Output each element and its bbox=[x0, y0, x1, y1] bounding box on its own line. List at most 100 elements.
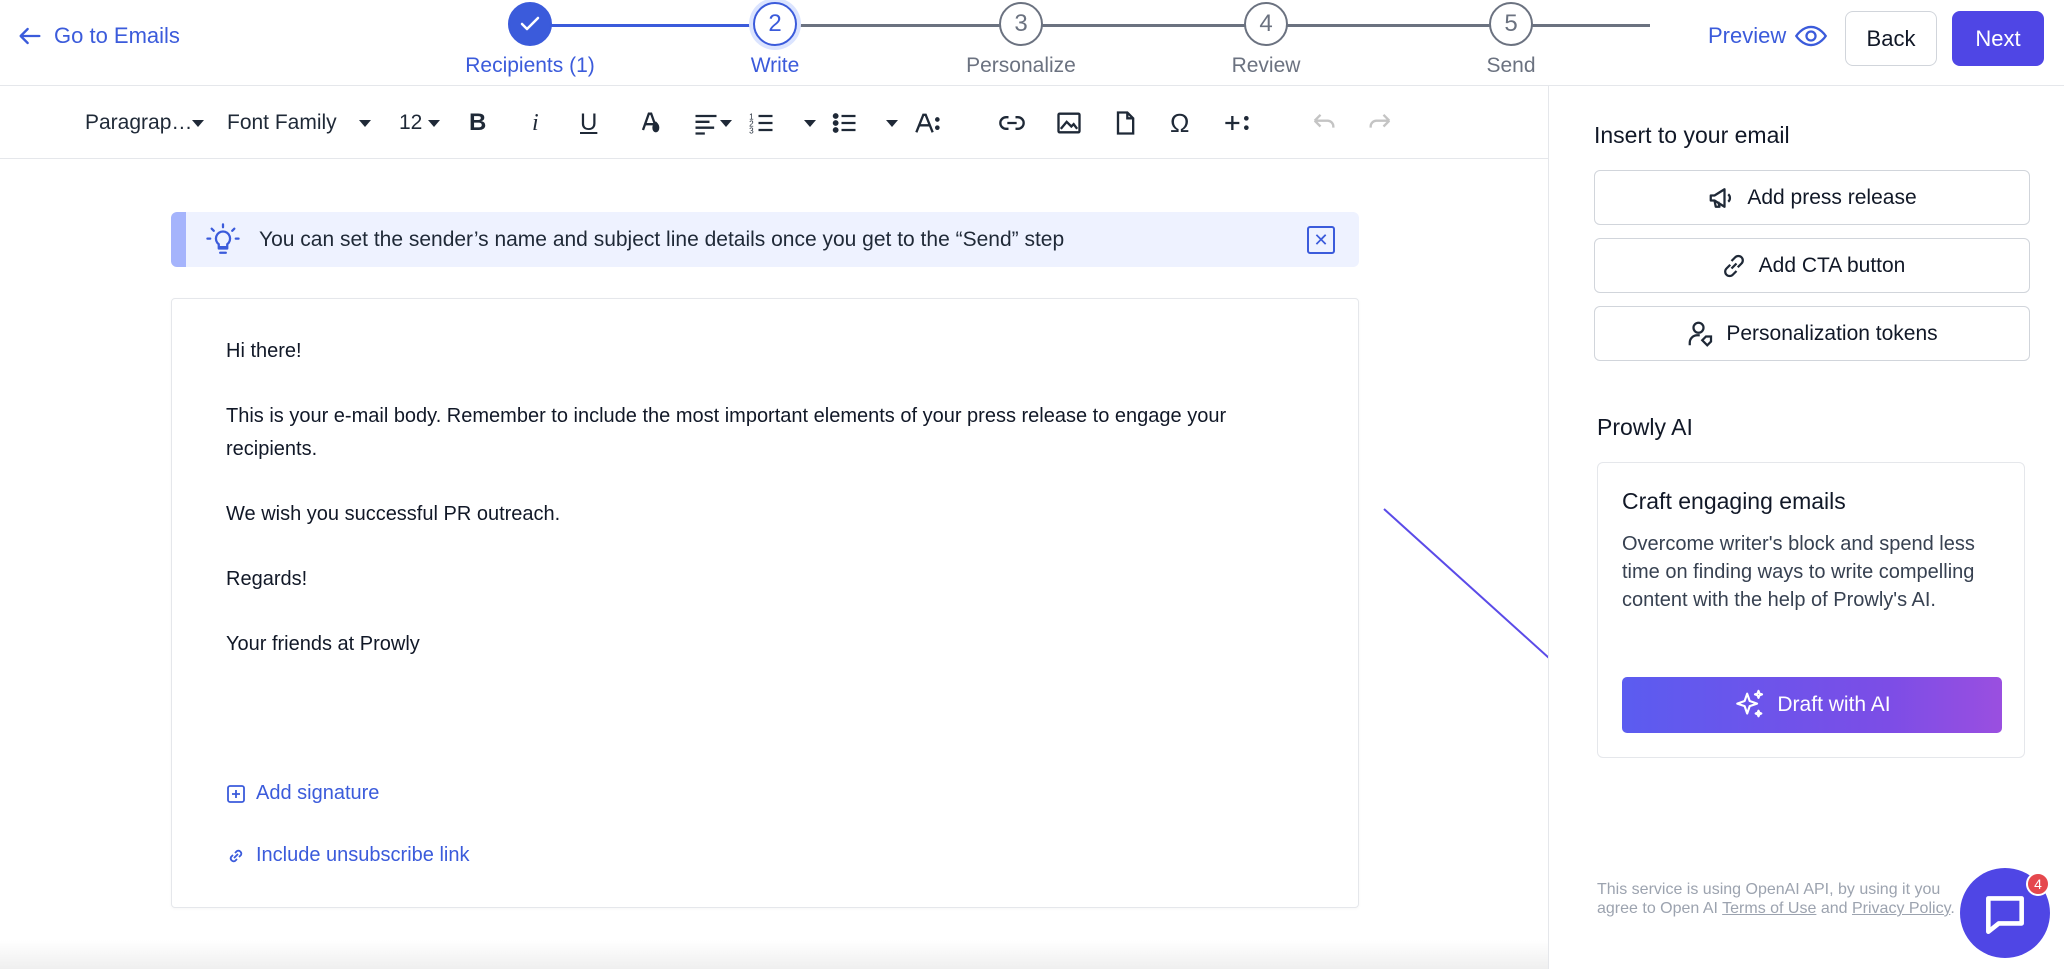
font-family-dropdown[interactable]: Font Family bbox=[227, 106, 371, 140]
personalization-tokens-label: Personalization tokens bbox=[1726, 321, 1938, 345]
step-label: Recipients (1) bbox=[465, 54, 595, 77]
close-icon[interactable]: ✕ bbox=[1307, 226, 1335, 254]
back-button[interactable]: Back bbox=[1845, 11, 1937, 66]
redo-icon[interactable] bbox=[1366, 106, 1394, 140]
ai-card-title: Craft engaging emails bbox=[1622, 488, 1846, 514]
image-icon[interactable] bbox=[1055, 106, 1083, 140]
preview-label: Preview bbox=[1708, 23, 1787, 48]
text-color-icon[interactable] bbox=[636, 106, 664, 140]
megaphone-icon bbox=[1709, 187, 1732, 208]
bullet-list-icon[interactable] bbox=[831, 106, 859, 140]
font-family-value: Font Family bbox=[227, 111, 337, 134]
plus-square-icon bbox=[227, 784, 245, 803]
draft-with-ai-label: Draft with AI bbox=[1777, 693, 1891, 716]
stepper: Recipients (1) 2 Write 3 Personalize 4 R… bbox=[465, 0, 1650, 86]
step-circle: 4 bbox=[1244, 2, 1288, 46]
body-paragraph: Regards! bbox=[226, 568, 308, 590]
paragraph-value: Paragrap… bbox=[85, 111, 193, 134]
numbered-list-dropdown[interactable] bbox=[798, 106, 816, 140]
user-tag-icon bbox=[1688, 321, 1713, 347]
add-press-release-label: Add press release bbox=[1747, 185, 1917, 209]
body-paragraph: Hi there! bbox=[226, 340, 302, 362]
italic-icon[interactable]: i bbox=[532, 106, 539, 140]
paragraph-dropdown[interactable]: Paragrap… bbox=[85, 106, 205, 140]
chevron-down-icon bbox=[358, 119, 371, 127]
right-panel: Insert to your email Add press release A… bbox=[1548, 86, 2064, 969]
file-icon[interactable] bbox=[1111, 106, 1139, 140]
underline-icon[interactable]: U bbox=[580, 106, 597, 140]
banner-text: You can set the sender’s name and subjec… bbox=[259, 227, 1065, 251]
step-label: Review bbox=[1231, 54, 1301, 77]
top-bar: Go to Emails Recipients (1) 2 Write 3 Pe… bbox=[0, 0, 2064, 86]
line-height-icon[interactable] bbox=[914, 106, 942, 140]
ai-card: Craft engaging emails Overcome writer's … bbox=[1597, 462, 2025, 758]
insert-more-icon[interactable] bbox=[1223, 106, 1251, 140]
step-write[interactable]: 2 Write bbox=[695, 2, 855, 78]
prowly-ai-title: Prowly AI bbox=[1597, 414, 1693, 440]
font-size-value: 12 bbox=[399, 111, 423, 134]
chevron-down-icon bbox=[804, 119, 816, 127]
add-cta-label: Add CTA button bbox=[1758, 253, 1906, 277]
chevron-down-icon bbox=[428, 119, 441, 127]
insert-section-title: Insert to your email bbox=[1594, 122, 1790, 148]
unsubscribe-label: Include unsubscribe link bbox=[256, 844, 470, 866]
step-recipients[interactable]: Recipients (1) bbox=[450, 2, 610, 78]
step-label: Personalize bbox=[966, 54, 1076, 77]
bullet-list-dropdown[interactable] bbox=[880, 106, 898, 140]
next-button[interactable]: Next bbox=[1952, 11, 2044, 66]
step-review[interactable]: 4 Review bbox=[1186, 2, 1346, 78]
step-circle: 2 bbox=[753, 2, 797, 46]
bold-icon[interactable]: B bbox=[469, 106, 486, 140]
draft-with-ai-button[interactable]: Draft with AI bbox=[1622, 677, 2002, 733]
bottom-shadow bbox=[0, 940, 1548, 969]
step-personalize[interactable]: 3 Personalize bbox=[941, 2, 1101, 78]
footnote-end: . bbox=[1950, 900, 1955, 917]
body-paragraph: This is your e-mail body. Remember to in… bbox=[226, 405, 1227, 460]
unsubscribe-link[interactable]: Include unsubscribe link bbox=[226, 844, 469, 867]
footnote-and: and bbox=[1816, 900, 1852, 917]
personalization-tokens-button[interactable]: Personalization tokens bbox=[1594, 306, 2030, 361]
align-icon[interactable] bbox=[692, 106, 732, 140]
step-label: Write bbox=[750, 54, 800, 77]
special-character-icon[interactable]: Ω bbox=[1170, 106, 1189, 140]
link-icon[interactable] bbox=[998, 106, 1026, 140]
body-paragraph: We wish you successful PR outreach. bbox=[226, 503, 561, 525]
check-icon bbox=[520, 16, 540, 31]
link-icon bbox=[1723, 254, 1744, 277]
ai-card-description: Overcome writer's block and spend less t… bbox=[1622, 533, 1975, 611]
add-signature-link[interactable]: Add signature bbox=[226, 782, 379, 805]
arrow-left-icon bbox=[19, 27, 41, 45]
eye-icon bbox=[1795, 25, 1828, 47]
step-send[interactable]: 5 Send bbox=[1431, 2, 1591, 78]
add-press-release-button[interactable]: Add press release bbox=[1594, 170, 2030, 225]
body-paragraph: Your friends at Prowly bbox=[226, 633, 420, 655]
step-circle bbox=[508, 2, 552, 46]
chat-icon bbox=[1986, 896, 2024, 935]
privacy-policy-link[interactable]: Privacy Policy bbox=[1852, 900, 1950, 917]
go-to-emails-link[interactable]: Go to Emails bbox=[16, 22, 180, 50]
email-body-text[interactable]: Hi there! This is your e-mail body. Reme… bbox=[226, 335, 1306, 693]
chat-notification-badge: 4 bbox=[2026, 872, 2050, 896]
undo-icon[interactable] bbox=[1310, 106, 1338, 140]
email-body-editor[interactable]: Hi there! This is your e-mail body. Reme… bbox=[171, 298, 1359, 908]
preview-button[interactable]: Preview bbox=[1708, 22, 1828, 50]
editor-toolbar: Paragrap… Font Family 12 B i U 123 Ω bbox=[0, 86, 1548, 159]
step-label: Send bbox=[1486, 54, 1536, 77]
link-icon bbox=[229, 849, 243, 862]
font-size-dropdown[interactable]: 12 bbox=[399, 106, 441, 140]
chevron-down-icon bbox=[720, 119, 732, 127]
add-cta-button[interactable]: Add CTA button bbox=[1594, 238, 2030, 293]
chevron-down-icon bbox=[192, 119, 205, 127]
chevron-down-icon bbox=[886, 119, 898, 127]
step-circle: 3 bbox=[999, 2, 1043, 46]
lightbulb-icon bbox=[206, 222, 240, 254]
numbered-list-icon[interactable]: 123 bbox=[748, 106, 776, 140]
openai-footnote: This service is using OpenAI API, by usi… bbox=[1597, 880, 1957, 918]
go-to-emails-label: Go to Emails bbox=[54, 23, 180, 48]
sparkles-icon bbox=[1736, 689, 1764, 718]
svg-text:3: 3 bbox=[749, 127, 754, 136]
step-circle: 5 bbox=[1489, 2, 1533, 46]
terms-of-use-link[interactable]: Terms of Use bbox=[1722, 900, 1816, 917]
add-signature-label: Add signature bbox=[256, 782, 380, 804]
info-banner: You can set the sender’s name and subjec… bbox=[171, 212, 1359, 267]
